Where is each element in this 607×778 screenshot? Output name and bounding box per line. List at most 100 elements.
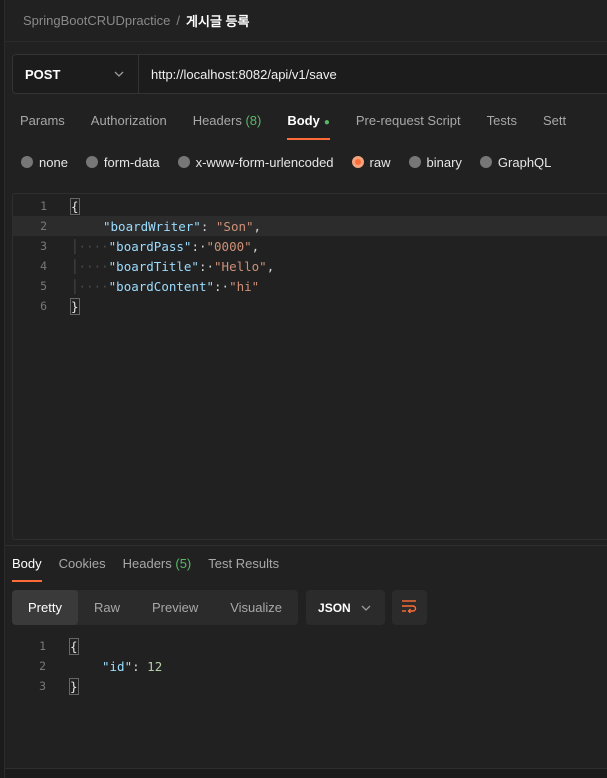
wrap-lines-button[interactable] [391, 590, 427, 625]
tab-label: Body [287, 113, 320, 128]
json-string: "Son" [215, 218, 254, 234]
json-string: "0000" [206, 238, 252, 254]
radio-circle-icon [85, 156, 98, 168]
close-brace: } [70, 297, 80, 315]
json-comma: , [251, 238, 260, 254]
tab-label: Pre-request Script [355, 113, 461, 128]
status-bar [5, 768, 607, 778]
code-text: │····"boardContent":·"hi" [71, 278, 260, 294]
tab-label: Test Results [208, 556, 280, 571]
tab-tests[interactable]: Tests [487, 104, 517, 142]
tab-label: Sett [543, 113, 567, 128]
breadcrumb-collection[interactable]: SpringBootCRUDpractice [23, 13, 170, 28]
line-number: 1 [40, 199, 47, 213]
modified-dot-icon: ● [323, 117, 330, 128]
response-body-viewer[interactable]: 1 { 2 "id": 12 3 } [12, 636, 607, 756]
radio-label: x-www-form-urlencoded [195, 154, 334, 170]
breadcrumb-separator: / [176, 13, 181, 28]
tab-label: Authorization [90, 113, 167, 128]
code-line: 1 { [12, 636, 607, 656]
response-tab-test-results[interactable]: Test Results [208, 550, 279, 582]
code-line: 1 { [13, 196, 607, 216]
code-line: 2 "id": 12 [12, 656, 607, 676]
code-text: { [52, 637, 79, 655]
url-input[interactable]: http://localhost:8082/api/v1/save [139, 67, 337, 82]
code-text: │····"boardPass":·"0000", [71, 238, 260, 254]
open-brace: { [70, 197, 80, 215]
view-preview[interactable]: Preview [136, 590, 214, 625]
json-string: "Hello" [214, 258, 267, 274]
json-number: 12 [147, 658, 163, 674]
radio-label: form-data [103, 154, 160, 170]
tab-params[interactable]: Params [20, 104, 65, 142]
breadcrumb: SpringBootCRUDpractice / 게시글 등록 [5, 0, 607, 42]
code-line: 2 "boardWriter": "Son", [13, 216, 607, 236]
tab-headers[interactable]: Headers (8) [193, 104, 262, 142]
method-select[interactable]: POST [13, 55, 139, 93]
json-key: "boardWriter" [103, 218, 201, 234]
code-text: } [53, 297, 80, 315]
tab-settings[interactable]: Sett [543, 104, 566, 142]
response-tab-body[interactable]: Body [12, 550, 42, 582]
headers-count: (5) [175, 556, 192, 571]
tab-label: Cookies [58, 556, 106, 571]
response-tab-cookies[interactable]: Cookies [59, 550, 106, 582]
radio-x-www-form-urlencoded[interactable]: x-www-form-urlencoded [177, 154, 334, 170]
radio-circle-icon [177, 156, 190, 168]
radio-label: raw [369, 154, 391, 170]
open-brace: { [69, 637, 79, 655]
view-raw[interactable]: Raw [78, 590, 136, 625]
line-number: 3 [40, 239, 47, 253]
json-comma: , [266, 258, 275, 274]
headers-count: (8) [245, 113, 262, 128]
radio-raw[interactable]: raw [351, 154, 391, 170]
code-line: 4 │····"boardTitle":·"Hello", [13, 256, 607, 276]
tab-label: Tests [486, 113, 517, 128]
chevron-down-icon [114, 68, 124, 80]
tab-pre-request-script[interactable]: Pre-request Script [356, 104, 461, 142]
radio-graphql[interactable]: GraphQL [479, 154, 552, 170]
radio-label: GraphQL [497, 154, 552, 170]
line-number: 5 [40, 279, 47, 293]
radio-none[interactable]: none [21, 155, 68, 170]
tab-body[interactable]: Body ● [287, 104, 330, 142]
json-key: "boardPass" [108, 238, 192, 254]
close-brace: } [69, 677, 79, 695]
radio-binary[interactable]: binary [408, 154, 462, 170]
code-line: 6 } [13, 296, 607, 316]
view-pretty[interactable]: Pretty [12, 590, 78, 625]
radio-selected-icon [351, 156, 364, 168]
method-label: POST [25, 66, 61, 82]
view-visualize[interactable]: Visualize [214, 590, 298, 625]
radio-circle-icon [479, 156, 492, 168]
request-tabs: Params Authorization Headers (8) Body ● P… [5, 104, 607, 142]
code-line: 3 │····"boardPass":·"0000", [13, 236, 607, 256]
radio-label: none [39, 154, 68, 170]
breadcrumb-request-name[interactable]: 게시글 등록 [186, 11, 249, 30]
json-key: "boardTitle" [108, 258, 199, 274]
format-label: JSON [318, 600, 351, 615]
response-tab-headers[interactable]: Headers (5) [123, 550, 192, 582]
radio-form-data[interactable]: form-data [85, 154, 160, 170]
chevron-down-icon [361, 602, 371, 614]
tab-label: Headers [122, 556, 172, 571]
pane-divider[interactable] [5, 545, 607, 546]
code-text: { [53, 197, 80, 215]
tab-authorization[interactable]: Authorization [91, 104, 167, 142]
tab-label: Headers [192, 113, 242, 128]
body-type-options: none form-data x-www-form-urlencoded raw… [5, 146, 607, 178]
format-select[interactable]: JSON [306, 590, 385, 625]
wrap-lines-icon [401, 599, 417, 616]
json-key: "boardContent" [108, 278, 214, 294]
code-text: "boardWriter": "Son", [103, 218, 262, 234]
request-body-editor[interactable]: 1 { 2 "boardWriter": "Son", 3 │····"boar… [12, 193, 607, 540]
radio-label: binary [426, 154, 462, 170]
code-text: } [52, 677, 79, 695]
line-number: 1 [39, 639, 46, 653]
radio-circle-icon [408, 156, 421, 168]
view-mode-segment: Pretty Raw Preview Visualize [12, 590, 299, 625]
json-comma: , [253, 218, 262, 234]
line-number: 2 [40, 219, 47, 233]
radio-circle-icon [21, 156, 33, 168]
response-view-bar: Pretty Raw Preview Visualize JSON [12, 590, 427, 625]
